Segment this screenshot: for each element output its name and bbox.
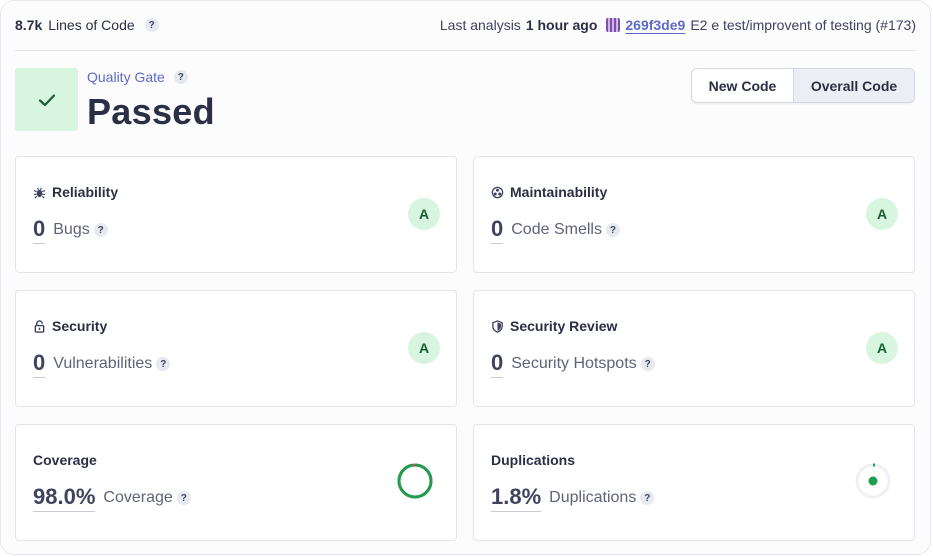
vulnerabilities-count-link[interactable]: 0 (33, 350, 46, 378)
duplications-indicator[interactable] (855, 463, 891, 499)
reliability-card: Reliability 0 Bugs ? A (15, 156, 457, 273)
quality-gate-label-row: Quality Gate ? (87, 69, 188, 85)
lines-of-code: 8.7k Lines of Code ? (15, 17, 159, 33)
lines-of-code-value: 8.7k (15, 17, 43, 33)
card-title: Coverage (33, 452, 97, 468)
card-title: Reliability (33, 184, 118, 200)
new-code-tab[interactable]: New Code (692, 69, 794, 102)
card-metric: 98.0% Coverage ? (33, 484, 191, 512)
commit-avatar-icon (606, 18, 621, 32)
bug-icon (33, 187, 46, 198)
help-icon[interactable]: ? (173, 70, 188, 84)
lock-icon (34, 319, 45, 333)
lines-of-code-label: Lines of Code (48, 17, 135, 33)
coverage-value-link[interactable]: 98.0% (33, 484, 96, 512)
quality-gate-label: Quality Gate (87, 69, 165, 85)
code-smells-count-link[interactable]: 0 (491, 216, 504, 244)
duplications-dot (868, 476, 878, 486)
maintainability-card: Maintainability 0 Code Smells ? A (473, 156, 915, 273)
header-divider (15, 50, 916, 51)
last-analysis: Last analysis 1 hour ago 269f3de9 E2 e t… (440, 17, 916, 33)
security-hotspots-count-link[interactable]: 0 (491, 350, 504, 378)
card-metric: 0 Security Hotspots ? (491, 350, 655, 378)
maintainability-title: Maintainability (510, 184, 608, 200)
security-title: Security (52, 318, 108, 334)
card-metric: 0 Code Smells ? (491, 216, 620, 244)
card-title: Security Review (491, 318, 617, 334)
help-icon[interactable]: ? (640, 491, 655, 505)
security-review-rating-badge[interactable]: A (866, 332, 898, 364)
card-metric: 0 Bugs ? (33, 216, 108, 244)
reliability-title: Reliability (52, 184, 119, 200)
security-review-card: Security Review 0 Security Hotspots ? A (473, 290, 915, 407)
last-analysis-time: 1 hour ago (525, 17, 598, 33)
overview-header: 8.7k Lines of Code ? Last analysis 1 hou… (15, 13, 916, 37)
duplications-card: Duplications 1.8% Duplications ? (473, 424, 915, 541)
coverage-card: Coverage 98.0% Coverage ? (15, 424, 457, 541)
card-title: Security (33, 318, 107, 334)
help-icon[interactable]: ? (176, 491, 191, 505)
security-rating-badge[interactable]: A (408, 332, 440, 364)
card-metric: 0 Vulnerabilities ? (33, 350, 171, 378)
help-icon[interactable]: ? (156, 357, 171, 371)
coverage-donut-chart[interactable] (397, 463, 433, 499)
coverage-title: Coverage (33, 452, 97, 468)
security-review-title: Security Review (510, 318, 618, 334)
card-title: Duplications (491, 452, 575, 468)
coverage-label: Coverage (103, 489, 173, 506)
security-card: Security 0 Vulnerabilities ? A (15, 290, 457, 407)
quality-gate-status: Passed (87, 91, 215, 132)
security-hotspots-label: Security Hotspots (511, 355, 637, 372)
bugs-label: Bugs (53, 221, 90, 238)
maintainability-rating-badge[interactable]: A (866, 198, 898, 230)
overall-code-tab[interactable]: Overall Code (794, 69, 914, 102)
commit-hash-link[interactable]: 269f3de9 (625, 17, 685, 33)
help-icon[interactable]: ? (144, 18, 159, 32)
card-metric: 1.8% Duplications ? (491, 484, 655, 512)
vulnerabilities-label: Vulnerabilities (53, 355, 153, 372)
help-icon[interactable]: ? (93, 223, 108, 237)
duplications-title: Duplications (491, 452, 576, 468)
card-title: Maintainability (491, 184, 607, 200)
smell-icon (491, 186, 504, 198)
shield-icon (492, 319, 503, 333)
duplications-value-link[interactable]: 1.8% (491, 484, 542, 512)
code-smells-label: Code Smells (511, 221, 602, 238)
coverage-covered-arc (397, 463, 433, 499)
check-icon (38, 93, 55, 106)
commit-message: E2 e test/improvent of testing (#173) (690, 17, 916, 33)
bugs-count-link[interactable]: 0 (33, 216, 46, 244)
code-period-toggle: New Code Overall Code (691, 68, 915, 103)
duplications-label: Duplications (549, 489, 637, 506)
quality-gate-badge (15, 68, 78, 131)
reliability-rating-badge[interactable]: A (408, 198, 440, 230)
last-analysis-prefix: Last analysis (439, 17, 521, 33)
help-icon[interactable]: ? (640, 357, 655, 371)
help-icon[interactable]: ? (605, 223, 620, 237)
